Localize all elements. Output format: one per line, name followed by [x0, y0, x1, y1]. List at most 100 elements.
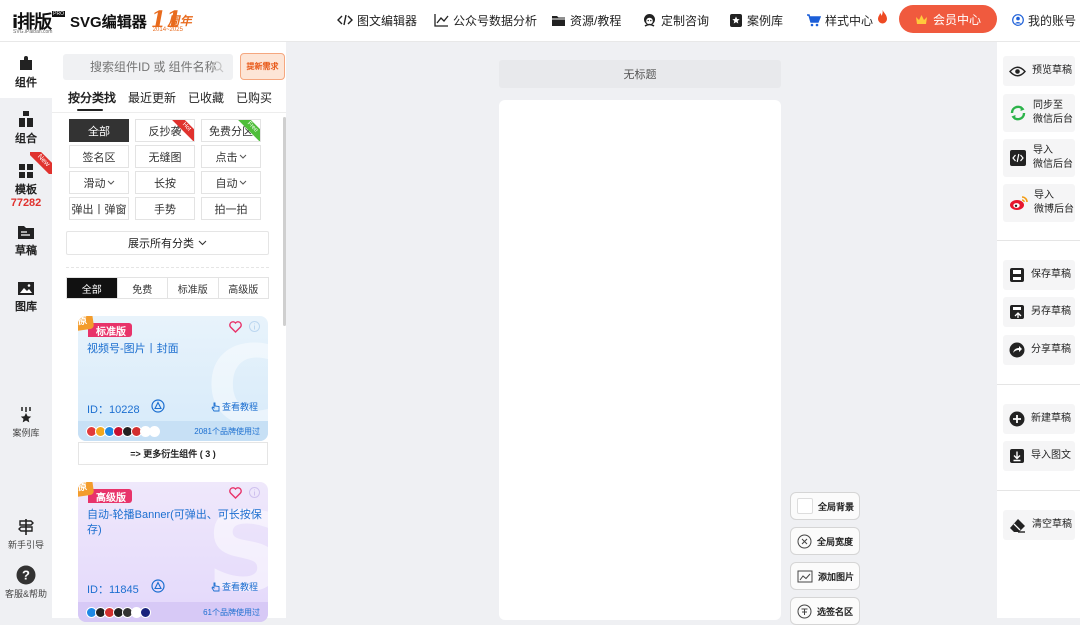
view-tutorial-link[interactable]: 查看教程 [211, 400, 258, 413]
white-square-icon [797, 498, 813, 514]
category-free[interactable]: 免费分区 Free [201, 119, 261, 142]
category-swipe[interactable]: 滑动 [69, 171, 129, 194]
member-center-button[interactable]: 会员中心 [899, 5, 997, 33]
button-label: 导入 微信后台 [1033, 145, 1073, 170]
sidebar-item-components[interactable]: 组件 [0, 42, 52, 98]
button-label: 全局背景 [818, 501, 855, 512]
sidebar-item-guide[interactable]: 新手引导 [0, 518, 52, 551]
card-title: 视频号-图片丨封面 [87, 343, 179, 355]
tab-purchased[interactable]: 已购买 [236, 89, 272, 106]
component-card[interactable]: S 高级版 自动-轮播Banner(可弹出、可长按保存) ID：11845 查看… [78, 482, 268, 622]
anniversary-years: 2014~2025 [152, 27, 183, 33]
preview-draft-button[interactable]: 预览草稿 [1003, 56, 1075, 86]
panel-scrollbar[interactable] [283, 117, 286, 326]
card-brands-footer: 61个品牌使用过 [78, 602, 268, 622]
component-panel: 提新需求 按分类找 最近更新 已收藏 已购买 全部 反抄袭 Hot 免费分区 F… [52, 42, 286, 622]
import-weibo-button[interactable]: 导入 微博后台 [1003, 184, 1075, 222]
tab-recent[interactable]: 最近更新 [128, 89, 176, 106]
nav-consulting[interactable]: 定制咨询 [642, 0, 709, 40]
my-account-link[interactable]: 我的账号 [1012, 0, 1076, 40]
new-badge: New [30, 152, 52, 174]
category-pat[interactable]: 拍一拍 [201, 197, 261, 220]
heart-icon[interactable] [229, 321, 242, 333]
search-input[interactable] [63, 54, 233, 80]
puzzle-icon [20, 56, 32, 70]
sync-wechat-button[interactable]: 同步至 微信后台 [1003, 94, 1075, 132]
expand-categories-button[interactable]: 展示所有分类 [66, 231, 269, 255]
tab-by-category[interactable]: 按分类找 [68, 89, 116, 106]
sidebar-item-help[interactable]: ? 客服&帮助 [0, 565, 52, 600]
sidebar-item-combos[interactable]: 组合 [0, 110, 52, 146]
nav-case-library[interactable]: 案例库 [729, 0, 783, 40]
version-tab-premium[interactable]: 高级版 [219, 278, 269, 298]
info-icon[interactable] [249, 487, 260, 498]
component-card[interactable]: C 标准版 视频号-图片丨封面 ID：10228 查看教程 2081个品牌使用过… [78, 316, 268, 441]
category-gesture[interactable]: 手势 [135, 197, 195, 220]
nav-graphic-editor[interactable]: 图文编辑器 [337, 0, 417, 40]
free-badge: Free [238, 120, 260, 141]
category-seamless[interactable]: 无缝图 [135, 145, 195, 168]
copy-id-icon[interactable] [151, 579, 165, 593]
width-arrows-icon [797, 534, 812, 548]
editor-canvas-area: 无标题 全局背景 全局宽度 添加图片 选签名区 [287, 42, 996, 625]
card-version-tag: 标准版 [88, 323, 132, 338]
button-label: 选签名区 [817, 606, 854, 617]
canvas-page[interactable] [499, 100, 781, 620]
nav-data-analysis[interactable]: 公众号数据分析 [434, 0, 537, 40]
new-draft-button[interactable]: 新建草稿 [1003, 404, 1075, 434]
nav-label: 公众号数据分析 [453, 13, 538, 28]
sidebar-label: 组件 [15, 77, 37, 89]
version-tab-standard[interactable]: 标准版 [168, 278, 219, 298]
card-title: 自动-轮播Banner(可弹出、可长按保存) [87, 509, 262, 536]
copy-id-icon[interactable] [151, 399, 165, 413]
global-background-button[interactable]: 全局背景 [790, 492, 860, 520]
suggest-request-button[interactable]: 提新需求 [240, 53, 285, 80]
add-image-button[interactable]: 添加图片 [790, 562, 860, 590]
category-signature[interactable]: 签名区 [69, 145, 129, 168]
category-long-press[interactable]: 长按 [135, 171, 195, 194]
line-chart-icon [434, 14, 449, 27]
divider [997, 384, 1080, 385]
view-tutorial-link[interactable]: 查看教程 [211, 580, 258, 593]
import-wechat-button[interactable]: 导入 微信后台 [1003, 139, 1075, 177]
document-title[interactable]: 无标题 [499, 60, 781, 88]
clear-draft-button[interactable]: 清空草稿 [1003, 510, 1075, 540]
version-tab-free[interactable]: 免费 [118, 278, 168, 298]
nav-label: 案例库 [747, 13, 784, 28]
template-count: 77282 [10, 197, 42, 209]
nav-label: 定制咨询 [661, 13, 710, 28]
import-article-button[interactable]: 导入图文 [1003, 441, 1075, 471]
category-anti-copy[interactable]: 反抄袭 Hot [135, 119, 195, 142]
save-as-draft-button[interactable]: 另存草稿 [1003, 297, 1075, 327]
sidebar-item-gallery[interactable]: 图库 [0, 280, 52, 314]
product-name: SVG编辑器 [70, 13, 147, 31]
pointer-hand-icon [211, 582, 220, 591]
brand-logo[interactable]: i排版 PRO SVG.iPaiban.com SVG编辑器 11 周年 201… [12, 7, 195, 35]
button-label: 导入图文 [1031, 450, 1071, 461]
category-auto[interactable]: 自动 [201, 171, 261, 194]
brand-usage-count: 61个品牌使用过 [203, 608, 260, 617]
active-tab-underline [77, 109, 103, 111]
category-click[interactable]: 点击 [201, 145, 261, 168]
code-brackets-icon [337, 14, 353, 26]
more-derived-components-button[interactable]: => 更多衍生组件 ( 3 ) [78, 442, 268, 465]
share-draft-button[interactable]: 分享草稿 [1003, 335, 1075, 365]
category-popup[interactable]: 弹出丨弹窗 [69, 197, 129, 220]
tab-favorites[interactable]: 已收藏 [188, 89, 224, 106]
sidebar-item-templates[interactable]: New 模板 77282 [0, 152, 52, 212]
info-icon[interactable] [249, 321, 260, 332]
nav-resources[interactable]: 资源/教程 [551, 0, 621, 40]
category-all[interactable]: 全部 [69, 119, 129, 142]
headset-person-icon [644, 13, 655, 27]
sidebar-item-drafts[interactable]: 草稿 [0, 224, 52, 258]
svg-text:?: ? [22, 568, 30, 583]
global-width-button[interactable]: 全局宽度 [790, 527, 860, 555]
sidebar-item-cases[interactable]: 案例库 [0, 406, 52, 439]
chevron-down-icon [107, 180, 114, 185]
nav-style-center[interactable]: 样式中心 [806, 0, 888, 40]
version-tab-all[interactable]: 全部 [67, 278, 118, 298]
heart-icon[interactable] [229, 487, 242, 499]
sidebar-label: 图库 [15, 301, 37, 313]
signature-area-button[interactable]: 选签名区 [790, 597, 860, 625]
save-draft-button[interactable]: 保存草稿 [1003, 260, 1075, 290]
